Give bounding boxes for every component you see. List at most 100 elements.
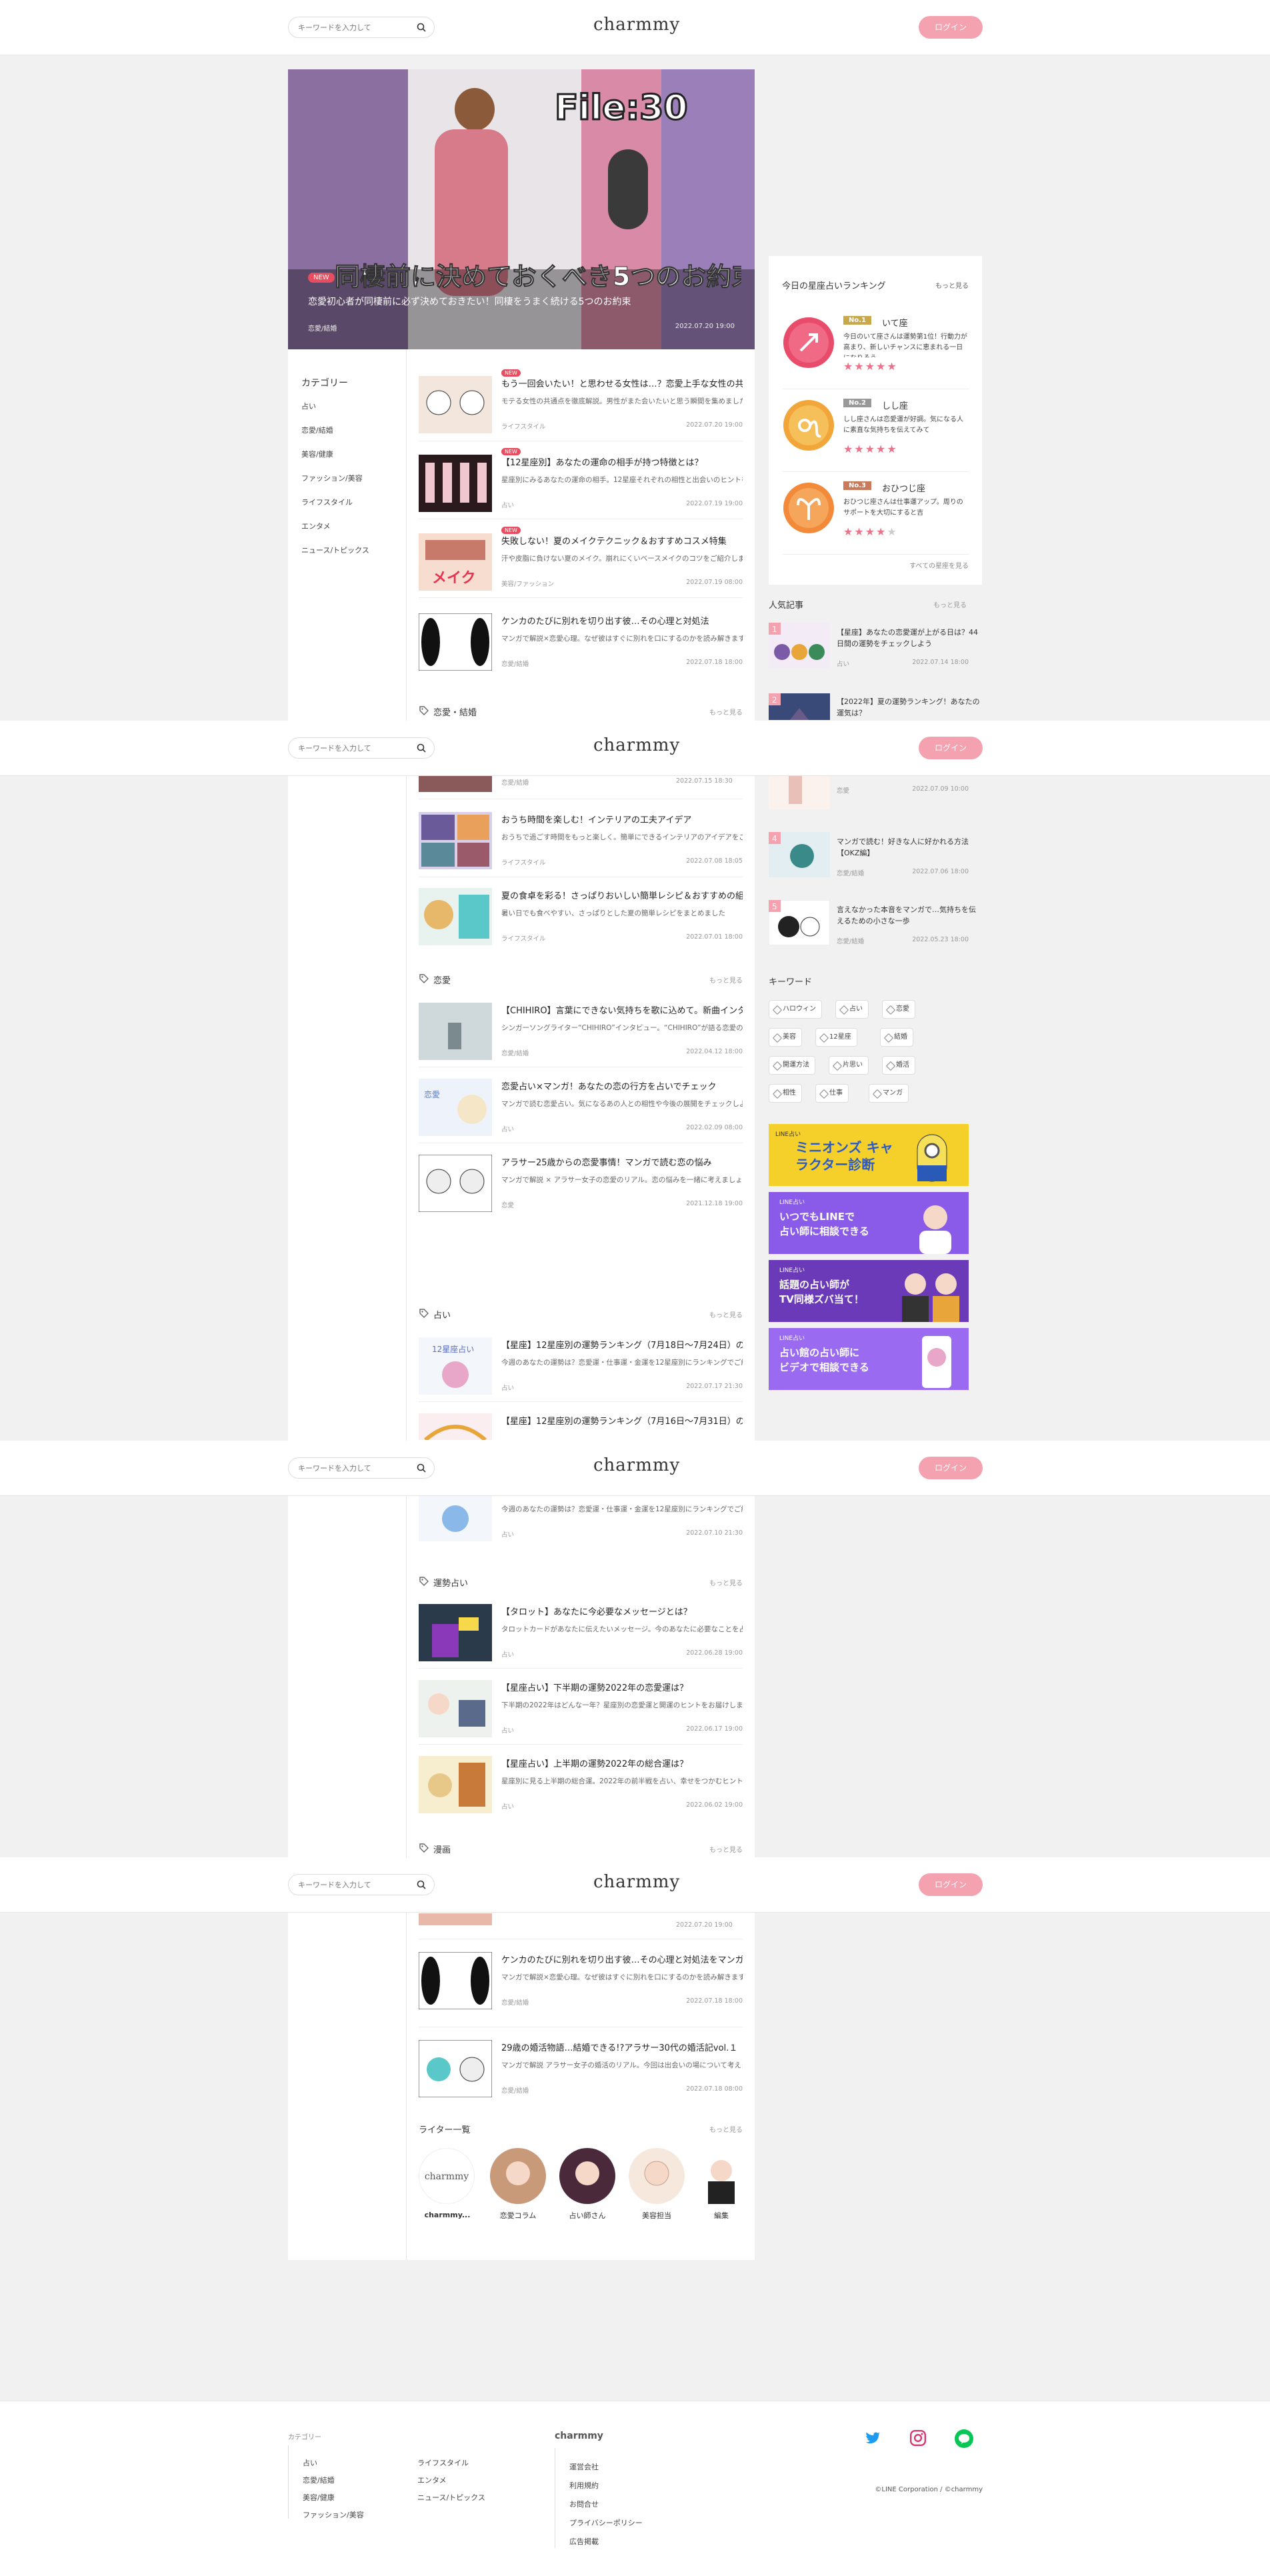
nav-item-uranai[interactable]: 占い (301, 395, 406, 419)
site-logo[interactable]: charmmy (593, 1455, 680, 1475)
nav-item-fashion[interactable]: ファッション/美容 (301, 467, 406, 491)
article-item[interactable]: NEW もう一回会いたい！と思わせる女性は…？恋愛上手な女性の共通点とは モテる… (419, 369, 743, 443)
article-item[interactable]: ケンカのたびに別れを切り出す彼…その心理と対処法をマンガで解説します マンガで解… (419, 1952, 743, 2019)
more-link[interactable]: もっと見る (709, 1577, 743, 1587)
article-item[interactable]: 【CHIHIRO】言葉にできない気持ちを歌に込めて。新曲インタビュー シンガーソ… (419, 1003, 743, 1069)
keyword-chip[interactable]: 結婚 (880, 1028, 913, 1047)
search-box[interactable] (288, 17, 435, 38)
more-link[interactable]: もっと見る (709, 1309, 743, 1319)
search-input[interactable] (298, 738, 411, 758)
writer-item[interactable]: 占い師さん (559, 2148, 616, 2228)
popular-item[interactable]: 4 マンガで読む！好きな人に好かれる方法【OKZ編】 恋愛/結婚 2022.07… (769, 832, 982, 883)
writers-more-link[interactable]: もっと見る (709, 2124, 743, 2134)
line-icon[interactable] (955, 2429, 973, 2448)
writer-item[interactable]: 恋愛コラム (489, 2148, 547, 2228)
banner-line-uranai-3[interactable]: LINE占い 占い館の占い師に ビデオで相談できる (769, 1328, 969, 1390)
keyword-chip[interactable]: 恋愛 (882, 1000, 915, 1019)
popular-item[interactable]: 5 言えなかった本音をマンガで…気持ちを伝えるための小さな一歩 恋愛/結婚 20… (769, 900, 982, 951)
footer-link[interactable]: ニュース/トピックス (417, 2492, 485, 2503)
keyword-chip[interactable]: ハロウィン (769, 1000, 822, 1019)
keyword-chip[interactable]: 仕事 (815, 1084, 849, 1103)
search-input[interactable] (298, 1458, 411, 1478)
keyword-chip[interactable]: 相性 (769, 1084, 802, 1103)
article-item[interactable]: NEW 【12星座別】あなたの運命の相手が持つ特徴とは？ 星座別にみるあなたの運… (419, 448, 743, 521)
footer-link[interactable]: 占い (303, 2457, 317, 2468)
popular-item[interactable]: 2 【2022年】夏の運勢ランキング！あなたの運気は？ (769, 693, 982, 720)
keyword-chip[interactable]: 12星座 (815, 1028, 857, 1047)
writer-item[interactable]: charmmy charmmy... (419, 2148, 476, 2228)
article-item[interactable]: アラサー25歳からの恋愛事情！マンガで読む恋の悩み マンガで解説 × アラサー女… (419, 1155, 743, 1221)
site-header: charmmy ログイン (0, 1441, 1270, 1496)
banner-minions[interactable]: LINE占い ミニオンズ キャラクター診断 (769, 1124, 969, 1186)
footer-link[interactable]: 恋愛/結婚 (303, 2475, 335, 2485)
nav-item-entame[interactable]: エンタメ (301, 515, 406, 539)
footer-link[interactable]: 利用規約 (569, 2480, 599, 2491)
keyword-chip[interactable]: マンガ (869, 1084, 909, 1103)
more-link[interactable]: もっと見る (709, 707, 743, 717)
keyword-chip[interactable]: 婚活 (882, 1056, 915, 1075)
article-item[interactable]: 12星座占い 【星座】12星座別の運勢ランキング（7月18日〜7月24日）の運勢… (419, 1337, 743, 1404)
article-item[interactable]: メイク NEW 失敗しない！夏のメイクテクニック＆おすすめコスメ特集 汗や皮脂に… (419, 527, 743, 600)
more-link[interactable]: もっと見る (709, 1844, 743, 1854)
twitter-icon[interactable] (864, 2429, 881, 2447)
site-logo[interactable]: charmmy (593, 735, 680, 755)
article-item[interactable]: 【星座占い】上半期の運勢2022年の総合運は？ 星座別に見る上半期の総合運。20… (419, 1756, 743, 1823)
article-item[interactable]: おうち時間を楽しむ！インテリアの工夫アイデア おうちで過ごす時間をもっと楽しく。… (419, 812, 743, 879)
footer-link[interactable]: お問合せ (569, 2499, 599, 2509)
ranking-item[interactable]: No.3 おひつじ座 おひつじ座さんは仕事運アップ。周りのサポートを大切にすると… (782, 481, 969, 555)
search-box[interactable] (288, 1874, 435, 1895)
popular-item[interactable]: 3 恋愛 2022.07.09 10:00 (769, 773, 982, 809)
keyword-chip[interactable]: 占い (835, 1000, 869, 1019)
site-logo[interactable]: charmmy (593, 15, 680, 35)
article-title: 29歳の婚活物語…結婚できる!?アラサー30代の婚活記vol.１ (501, 2043, 738, 2053)
site-logo[interactable]: charmmy (593, 1872, 680, 1892)
nav-item-lifestyle[interactable]: ライフスタイル (301, 491, 406, 515)
footer-link[interactable]: エンタメ (417, 2475, 447, 2485)
more-link[interactable]: もっと見る (709, 975, 743, 985)
login-button[interactable]: ログイン (919, 1873, 983, 1896)
article-item[interactable]: 【星座】12星座別の運勢ランキング（7月16日〜7月31日）の運勢 (419, 1413, 743, 1440)
banner-line-uranai-2[interactable]: LINE占い 話題の占い師が TV同様ズバ当て！ (769, 1260, 969, 1322)
article-item[interactable]: 恋愛 恋愛占い×マンガ！あなたの恋の行方を占いでチェック マンガで読む恋愛占い。… (419, 1079, 743, 1145)
login-button[interactable]: ログイン (919, 16, 983, 39)
search-input[interactable] (298, 1875, 411, 1895)
keyword-chip[interactable]: 開運方法 (769, 1056, 815, 1075)
article-item[interactable]: 【星座占い】下半期の運勢2022年の恋愛運は？ 下半期の2022年はどんな一年？… (419, 1680, 743, 1747)
login-button[interactable]: ログイン (919, 737, 983, 759)
search-icon[interactable] (417, 1463, 426, 1473)
article-item[interactable]: 29歳の婚活物語…結婚できる!?アラサー30代の婚活記vol.１ マンガで解説 … (419, 2040, 743, 2107)
search-box[interactable] (288, 737, 435, 759)
footer-link[interactable]: 広告掲載 (569, 2536, 599, 2547)
ranking-item[interactable]: No.1 いて座 今日のいて座さんは運勢第1位！行動力が高まり、新しいチャンスに… (782, 316, 969, 389)
footer-link[interactable]: 美容/健康 (303, 2492, 335, 2503)
search-icon[interactable] (417, 743, 426, 753)
keyword-chip[interactable]: 美容 (769, 1028, 802, 1047)
login-button[interactable]: ログイン (919, 1457, 983, 1479)
nav-item-love[interactable]: 恋愛/結婚 (301, 419, 406, 443)
instagram-icon[interactable] (909, 2429, 927, 2447)
nav-item-beauty[interactable]: 美容/健康 (301, 443, 406, 467)
keyword-chip[interactable]: 片思い (829, 1056, 869, 1075)
writer-item[interactable]: 編集 (697, 2148, 745, 2228)
popular-more-link[interactable]: もっと見る (933, 599, 967, 609)
footer-link[interactable]: プライバシーポリシー (569, 2517, 643, 2528)
search-input[interactable] (298, 17, 411, 37)
footer-link[interactable]: 運営会社 (569, 2461, 599, 2472)
writer-avatar: charmmy (419, 2148, 475, 2204)
ranking-item[interactable]: No.2 しし座 しし座さんは恋愛運が好調。気になる人に素直な気持ちを伝えてみて… (782, 399, 969, 472)
ranking-more-link[interactable]: もっと見る (935, 280, 969, 290)
nav-item-news[interactable]: ニュース/トピックス (301, 539, 406, 563)
article-item[interactable]: 【タロット】あなたに今必要なメッセージとは？ タロットカードがあなたに伝えたいメ… (419, 1604, 743, 1671)
search-icon[interactable] (417, 1880, 426, 1889)
article-item[interactable]: 夏の食卓を彩る！さっぱりおいしい簡単レシピ＆おすすめの組み合わせ 暑い日でも食べ… (419, 888, 743, 955)
hero-banner[interactable]: File:30 NEW 同棲前に決めておくべき5つのお約束 恋愛初心者が同棲前に… (288, 69, 755, 349)
article-item[interactable]: ケンカのたびに別れを切り出す彼…その心理と対処法 マンガで解説×恋愛心理。なぜ彼… (419, 613, 743, 680)
popular-item[interactable]: 1 【星座】あなたの恋愛運が上がる日は？44日間の運勢をチェックしよう 占い 2… (769, 623, 982, 673)
footer-link[interactable]: ライフスタイル (417, 2457, 469, 2468)
footer-link[interactable]: ファッション/美容 (303, 2509, 364, 2520)
writer-item[interactable]: 美容担当 (628, 2148, 685, 2228)
all-signs-link[interactable]: すべての星座を見る (909, 560, 969, 570)
banner-line-uranai-1[interactable]: LINE占い いつでもLINEで 占い師に相談できる (769, 1192, 969, 1254)
search-box[interactable] (288, 1457, 435, 1479)
search-icon[interactable] (417, 23, 426, 32)
